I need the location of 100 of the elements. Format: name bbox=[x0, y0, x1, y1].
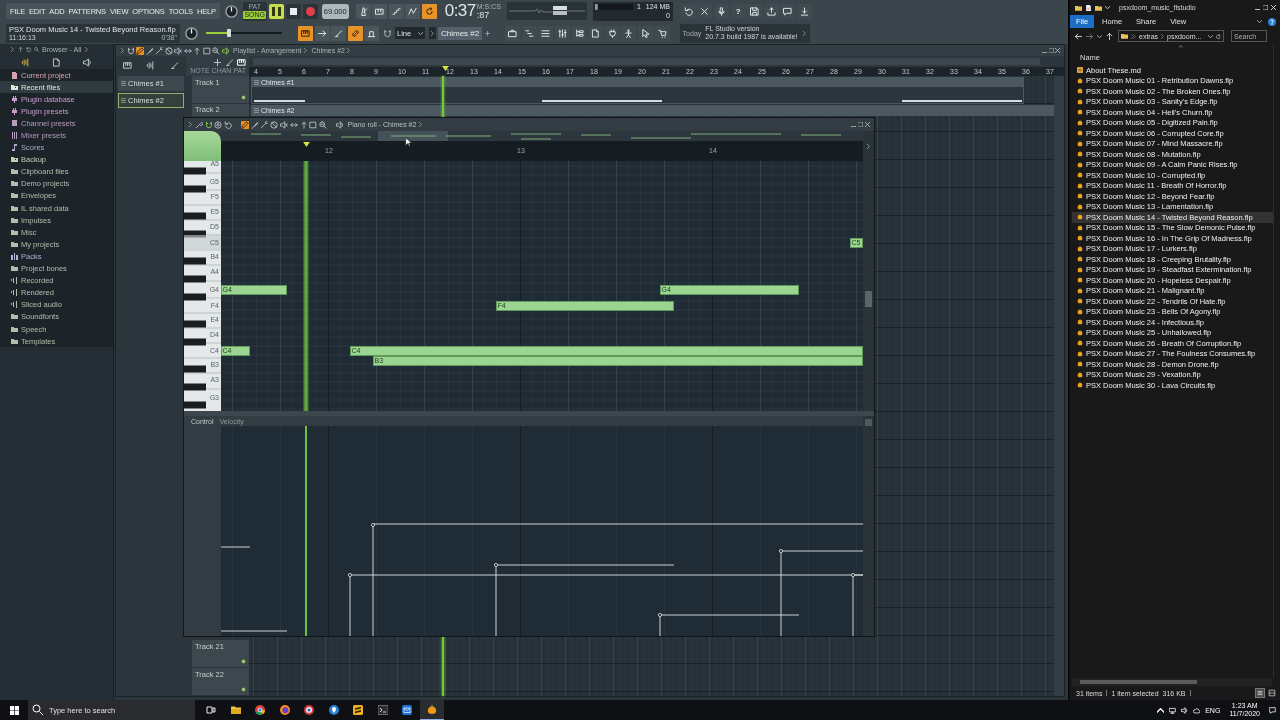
slash-button[interactable] bbox=[331, 25, 346, 41]
steps-button[interactable] bbox=[388, 3, 404, 19]
plug-button[interactable] bbox=[604, 25, 620, 41]
download-button[interactable] bbox=[797, 3, 813, 19]
help-button[interactable]: ? bbox=[730, 3, 746, 19]
scrollbar[interactable] bbox=[249, 56, 1064, 67]
briefcase-button[interactable] bbox=[505, 25, 521, 41]
close-icon[interactable] bbox=[865, 122, 870, 127]
target-icon[interactable] bbox=[214, 120, 223, 129]
brush-icon[interactable] bbox=[145, 46, 154, 55]
scrollbar-thumb[interactable] bbox=[253, 58, 1040, 65]
document-icon[interactable] bbox=[52, 57, 61, 67]
export-button[interactable] bbox=[763, 3, 779, 19]
tiles-view-icon[interactable] bbox=[1268, 689, 1276, 697]
magnet-icon[interactable] bbox=[383, 28, 392, 38]
play-pause-button[interactable] bbox=[268, 3, 284, 19]
caret-icon[interactable] bbox=[1105, 5, 1110, 10]
loop-button[interactable] bbox=[421, 3, 437, 19]
double-arrow-icon[interactable] bbox=[183, 46, 192, 55]
piano-icon[interactable] bbox=[123, 60, 133, 70]
pattern-arrow-button[interactable] bbox=[429, 27, 436, 39]
square-icon[interactable] bbox=[202, 46, 211, 55]
magnet-icon[interactable] bbox=[204, 120, 213, 129]
corner-panel[interactable] bbox=[184, 131, 221, 161]
forward-arrow-icon[interactable] bbox=[1086, 32, 1093, 40]
folder-icon[interactable] bbox=[1095, 4, 1102, 11]
slash-icon[interactable] bbox=[169, 60, 179, 70]
maximize-icon[interactable] bbox=[1048, 48, 1054, 53]
waveform-icon[interactable] bbox=[146, 60, 156, 70]
status-led-icon[interactable] bbox=[241, 659, 246, 664]
knob[interactable] bbox=[224, 4, 238, 18]
wand-icon[interactable] bbox=[260, 120, 269, 129]
document-icon[interactable] bbox=[1085, 4, 1092, 11]
undo-button[interactable] bbox=[680, 3, 696, 19]
mute-icon[interactable] bbox=[174, 46, 182, 55]
scrollbar[interactable] bbox=[863, 416, 874, 636]
cloud-icon[interactable] bbox=[1193, 706, 1201, 714]
back-arrow-icon[interactable] bbox=[1075, 32, 1082, 40]
close-icon[interactable] bbox=[1055, 48, 1060, 53]
monitor-icon[interactable] bbox=[1169, 706, 1177, 714]
undo-icon[interactable] bbox=[26, 47, 31, 52]
caret-icon[interactable] bbox=[1097, 33, 1102, 39]
staggered-lines-button[interactable] bbox=[521, 25, 537, 41]
undo-icon[interactable] bbox=[224, 120, 233, 129]
close-icon[interactable] bbox=[1271, 5, 1276, 10]
stop-button[interactable] bbox=[285, 3, 301, 19]
plus-icon[interactable] bbox=[213, 57, 222, 67]
status-led-icon[interactable] bbox=[241, 687, 246, 692]
arch-button[interactable] bbox=[364, 25, 379, 41]
scrollbar[interactable] bbox=[863, 161, 874, 411]
knob[interactable] bbox=[185, 26, 198, 40]
pointer-button[interactable] bbox=[638, 25, 653, 41]
pencil-icon[interactable] bbox=[136, 46, 144, 55]
mute-icon[interactable] bbox=[279, 120, 288, 129]
notifications-icon[interactable] bbox=[1269, 706, 1276, 714]
speaker-icon[interactable] bbox=[221, 46, 230, 55]
square-icon[interactable] bbox=[309, 120, 318, 129]
cart-button[interactable] bbox=[654, 25, 670, 41]
piano-button[interactable] bbox=[298, 25, 313, 41]
sliders-button[interactable] bbox=[555, 25, 571, 41]
zoom-icon[interactable] bbox=[319, 120, 328, 129]
double-arrow-icon[interactable] bbox=[289, 120, 298, 129]
scrollbar-thumb[interactable] bbox=[1080, 680, 1197, 684]
scrollbar[interactable] bbox=[1072, 678, 1272, 686]
maximize-icon[interactable] bbox=[858, 122, 864, 127]
magnet-icon[interactable] bbox=[126, 46, 135, 55]
up-arrow-icon[interactable] bbox=[1106, 32, 1113, 40]
refresh-icon[interactable] bbox=[1216, 33, 1221, 39]
caret-icon[interactable] bbox=[1208, 33, 1213, 39]
chat-button[interactable] bbox=[780, 3, 796, 19]
speaker-icon[interactable] bbox=[83, 57, 92, 67]
brush-icon[interactable] bbox=[250, 120, 259, 129]
link-button[interactable] bbox=[347, 25, 363, 41]
wand-icon[interactable] bbox=[155, 46, 163, 55]
list-button[interactable] bbox=[538, 25, 554, 41]
piano-keyboard-drawing[interactable] bbox=[184, 161, 221, 411]
person-button[interactable] bbox=[621, 25, 637, 41]
cross-button[interactable] bbox=[697, 3, 713, 19]
keyboard-button[interactable] bbox=[372, 3, 388, 19]
pattern-selector[interactable]: Chimes #2 bbox=[438, 26, 483, 40]
slash-icon[interactable] bbox=[225, 57, 234, 67]
speaker-icon[interactable] bbox=[335, 120, 344, 129]
waveform-icon[interactable] bbox=[21, 57, 30, 67]
search-icon[interactable] bbox=[28, 700, 48, 720]
save-button[interactable] bbox=[747, 3, 763, 19]
status-led-icon[interactable] bbox=[241, 95, 246, 100]
caret-icon[interactable] bbox=[1257, 19, 1262, 24]
chevron-up-icon[interactable] bbox=[1157, 706, 1165, 714]
help-icon[interactable] bbox=[1268, 17, 1276, 26]
details-view-icon[interactable] bbox=[1256, 689, 1264, 697]
circle-slash-icon[interactable] bbox=[270, 120, 279, 129]
maximize-icon[interactable] bbox=[1263, 5, 1268, 10]
mic-button[interactable] bbox=[714, 3, 730, 19]
wrench-icon[interactable] bbox=[194, 120, 203, 129]
document-button[interactable] bbox=[588, 25, 604, 41]
tree-button[interactable] bbox=[571, 25, 587, 41]
zigzag-button[interactable] bbox=[405, 3, 421, 19]
scrollbar-thumb[interactable] bbox=[865, 419, 872, 426]
arrow-button[interactable] bbox=[314, 25, 330, 41]
velocity-lane[interactable] bbox=[221, 426, 863, 636]
